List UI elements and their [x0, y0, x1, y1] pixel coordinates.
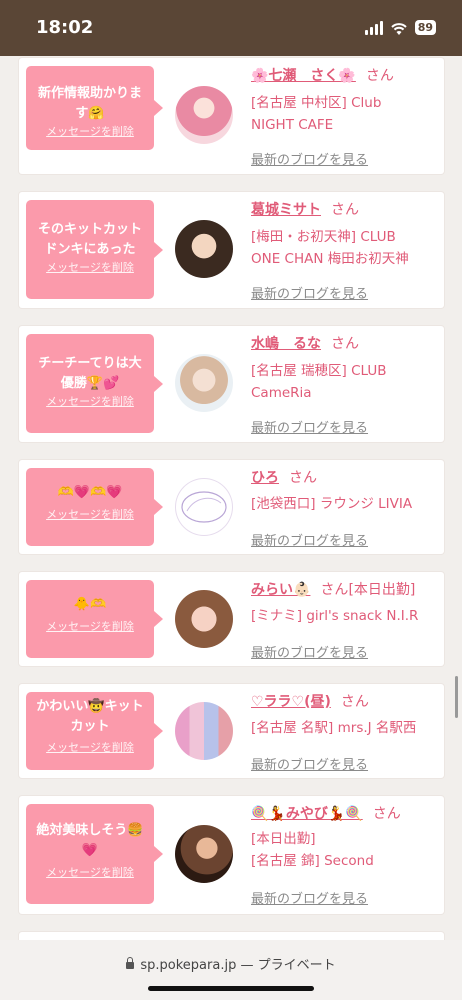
message-card: 絶対美味しそう🍔 💗 メッセージを削除 🍭💃みやび💃🍭 さん [本日出勤] [名古… [19, 796, 444, 914]
honorific: さん [320, 582, 349, 598]
message-text: そのキットカット ドンキにあった [37, 222, 142, 257]
signal-icon [364, 20, 383, 35]
message-text: 絶対美味しそう🍔 💗 [36, 823, 144, 858]
avatar[interactable] [175, 86, 233, 144]
browser-bottom-bar: sp.pokepara.jp — プライベート [0, 940, 462, 1000]
status-bar: 18:02 89 [0, 0, 462, 56]
avatar[interactable] [175, 354, 233, 412]
shop-detail: [池袋西口] ラウンジ LIVIA [251, 496, 413, 512]
cast-info: 水嶋 るな さん [名古屋 瑞穂区] CLUB CameRia 最新のブログを見る [251, 334, 441, 436]
message-card: 🫶💗🫶💗 メッセージを削除 ひろ さん [池袋西口] ラウンジ LIVIA 最新の… [19, 460, 444, 554]
message-list: 新作情報助かりま す🤗 メッセージを削除 🌸七瀬 さく🌸 さん [名古屋 中村区]… [0, 56, 462, 940]
privacy-label: — プライベート [240, 958, 336, 973]
honorific: さん [331, 336, 359, 352]
battery-indicator: 89 [414, 20, 436, 35]
message-card: 🐥🫶 メッセージを削除 みらい👶🏻 さん[本日出勤] [ミナミ] girl's s… [19, 572, 444, 666]
blog-link[interactable]: 最新のブログを見る [251, 888, 368, 907]
honorific: さん [365, 68, 394, 84]
message-bubble: かわいい🤠キット カット メッセージを削除 [26, 692, 163, 770]
avatar[interactable] [175, 825, 233, 883]
shop-detail: [ミナミ] girl's snack N.I.R [251, 608, 419, 624]
message-card-partial [19, 932, 444, 940]
shop-detail: NIGHT CAFE [251, 117, 334, 133]
message-bubble: 絶対美味しそう🍔 💗 メッセージを削除 [26, 804, 163, 904]
message-card: そのキットカット ドンキにあった メッセージを削除 葛城ミサト さん [梅田・お初… [19, 192, 444, 308]
cast-name-link[interactable]: 🌸七瀬 さく🌸 [251, 68, 356, 84]
cast-info: ♡ララ♡(昼) さん [名古屋 名駅] mrs.J 名駅西 最新のブログを見る [251, 692, 441, 773]
cast-info: ひろ さん [池袋西口] ラウンジ LIVIA 最新のブログを見る [251, 468, 441, 549]
attendance-badge: [本日出勤] [348, 582, 416, 598]
cast-info: みらい👶🏻 さん[本日出勤] [ミナミ] girl's snack N.I.R 最… [251, 580, 441, 661]
shop-detail: [名古屋 中村区] Club [251, 95, 382, 111]
honorific: さん [289, 470, 317, 486]
cast-name-link[interactable]: みらい👶🏻 [251, 582, 310, 598]
cast-name-link[interactable]: 葛城ミサト [251, 202, 321, 218]
shop-detail: [名古屋 名駅] mrs.J 名駅西 [251, 720, 417, 736]
cast-name-link[interactable]: 🍭💃みやび💃🍭 [251, 806, 363, 822]
wifi-icon [390, 21, 408, 35]
honorific: さん [372, 806, 401, 822]
message-card: 新作情報助かりま す🤗 メッセージを削除 🌸七瀬 さく🌸 さん [名古屋 中村区]… [19, 58, 444, 174]
delete-message-link[interactable]: メッセージを削除 [26, 619, 154, 635]
cast-name-link[interactable]: 水嶋 るな [251, 336, 321, 352]
cast-name-link[interactable]: ひろ [251, 470, 279, 486]
message-bubble: そのキットカット ドンキにあった メッセージを削除 [26, 200, 163, 299]
avatar[interactable] [175, 702, 233, 760]
shop-detail: [名古屋 瑞穂区] CLUB [251, 363, 387, 379]
address-bar[interactable]: sp.pokepara.jp — プライベート [0, 954, 462, 973]
home-indicator[interactable] [148, 986, 314, 991]
message-text: 🐥🫶 [73, 597, 107, 612]
blog-link[interactable]: 最新のブログを見る [251, 417, 368, 436]
message-bubble: チーチーてりは大 優勝🏆💕 メッセージを削除 [26, 334, 163, 433]
honorific: さん [340, 694, 369, 710]
livia-logo [181, 491, 227, 523]
blog-link[interactable]: 最新のブログを見る [251, 530, 368, 549]
delete-message-link[interactable]: メッセージを削除 [26, 507, 154, 523]
honorific: さん [331, 202, 359, 218]
message-text: 新作情報助かりま す🤗 [37, 86, 142, 121]
status-time: 18:02 [36, 17, 94, 38]
message-bubble: 🐥🫶 メッセージを削除 [26, 580, 163, 658]
blog-link[interactable]: 最新のブログを見る [251, 754, 368, 773]
delete-message-link[interactable]: メッセージを削除 [26, 260, 154, 276]
message-card: チーチーてりは大 優勝🏆💕 メッセージを削除 水嶋 るな さん [名古屋 瑞穂区]… [19, 326, 444, 442]
delete-message-link[interactable]: メッセージを削除 [26, 394, 154, 410]
avatar[interactable] [175, 478, 233, 536]
url-text: sp.pokepara.jp [140, 958, 237, 973]
delete-message-link[interactable]: メッセージを削除 [26, 865, 154, 881]
message-bubble: 新作情報助かりま す🤗 メッセージを削除 [26, 66, 163, 150]
cast-info: 🍭💃みやび💃🍭 さん [本日出勤] [名古屋 錦] Second 最新のブログを見… [251, 804, 441, 907]
message-text: チーチーてりは大 優勝🏆💕 [38, 356, 142, 391]
blog-link[interactable]: 最新のブログを見る [251, 642, 368, 661]
blog-link[interactable]: 最新のブログを見る [251, 149, 368, 168]
message-text: かわいい🤠キット カット [36, 699, 144, 734]
status-icons: 89 [364, 20, 436, 35]
delete-message-link[interactable]: メッセージを削除 [26, 124, 154, 140]
blog-link[interactable]: 最新のブログを見る [251, 283, 368, 302]
message-text: 🫶💗🫶💗 [57, 485, 123, 500]
cast-name-link[interactable]: ♡ララ♡(昼) [251, 694, 331, 710]
cast-info: 葛城ミサト さん [梅田・お初天神] CLUB ONE CHAN 梅田お初天神 最… [251, 200, 441, 302]
shop-detail: [名古屋 錦] Second [251, 853, 374, 869]
cast-info: 🌸七瀬 さく🌸 さん [名古屋 中村区] Club NIGHT CAFE 最新のブ… [251, 66, 441, 168]
shop-detail: CameRia [251, 385, 312, 401]
message-bubble: 🫶💗🫶💗 メッセージを削除 [26, 468, 163, 546]
avatar[interactable] [175, 220, 233, 278]
shop-detail: [梅田・お初天神] CLUB [251, 229, 396, 245]
shop-detail: [本日出勤] [251, 831, 316, 847]
scrollbar[interactable] [455, 676, 458, 718]
shop-detail: ONE CHAN 梅田お初天神 [251, 251, 409, 267]
message-card: かわいい🤠キット カット メッセージを削除 ♡ララ♡(昼) さん [名古屋 名駅]… [19, 684, 444, 778]
delete-message-link[interactable]: メッセージを削除 [26, 740, 154, 756]
avatar[interactable] [175, 590, 233, 648]
lock-icon [126, 957, 135, 969]
